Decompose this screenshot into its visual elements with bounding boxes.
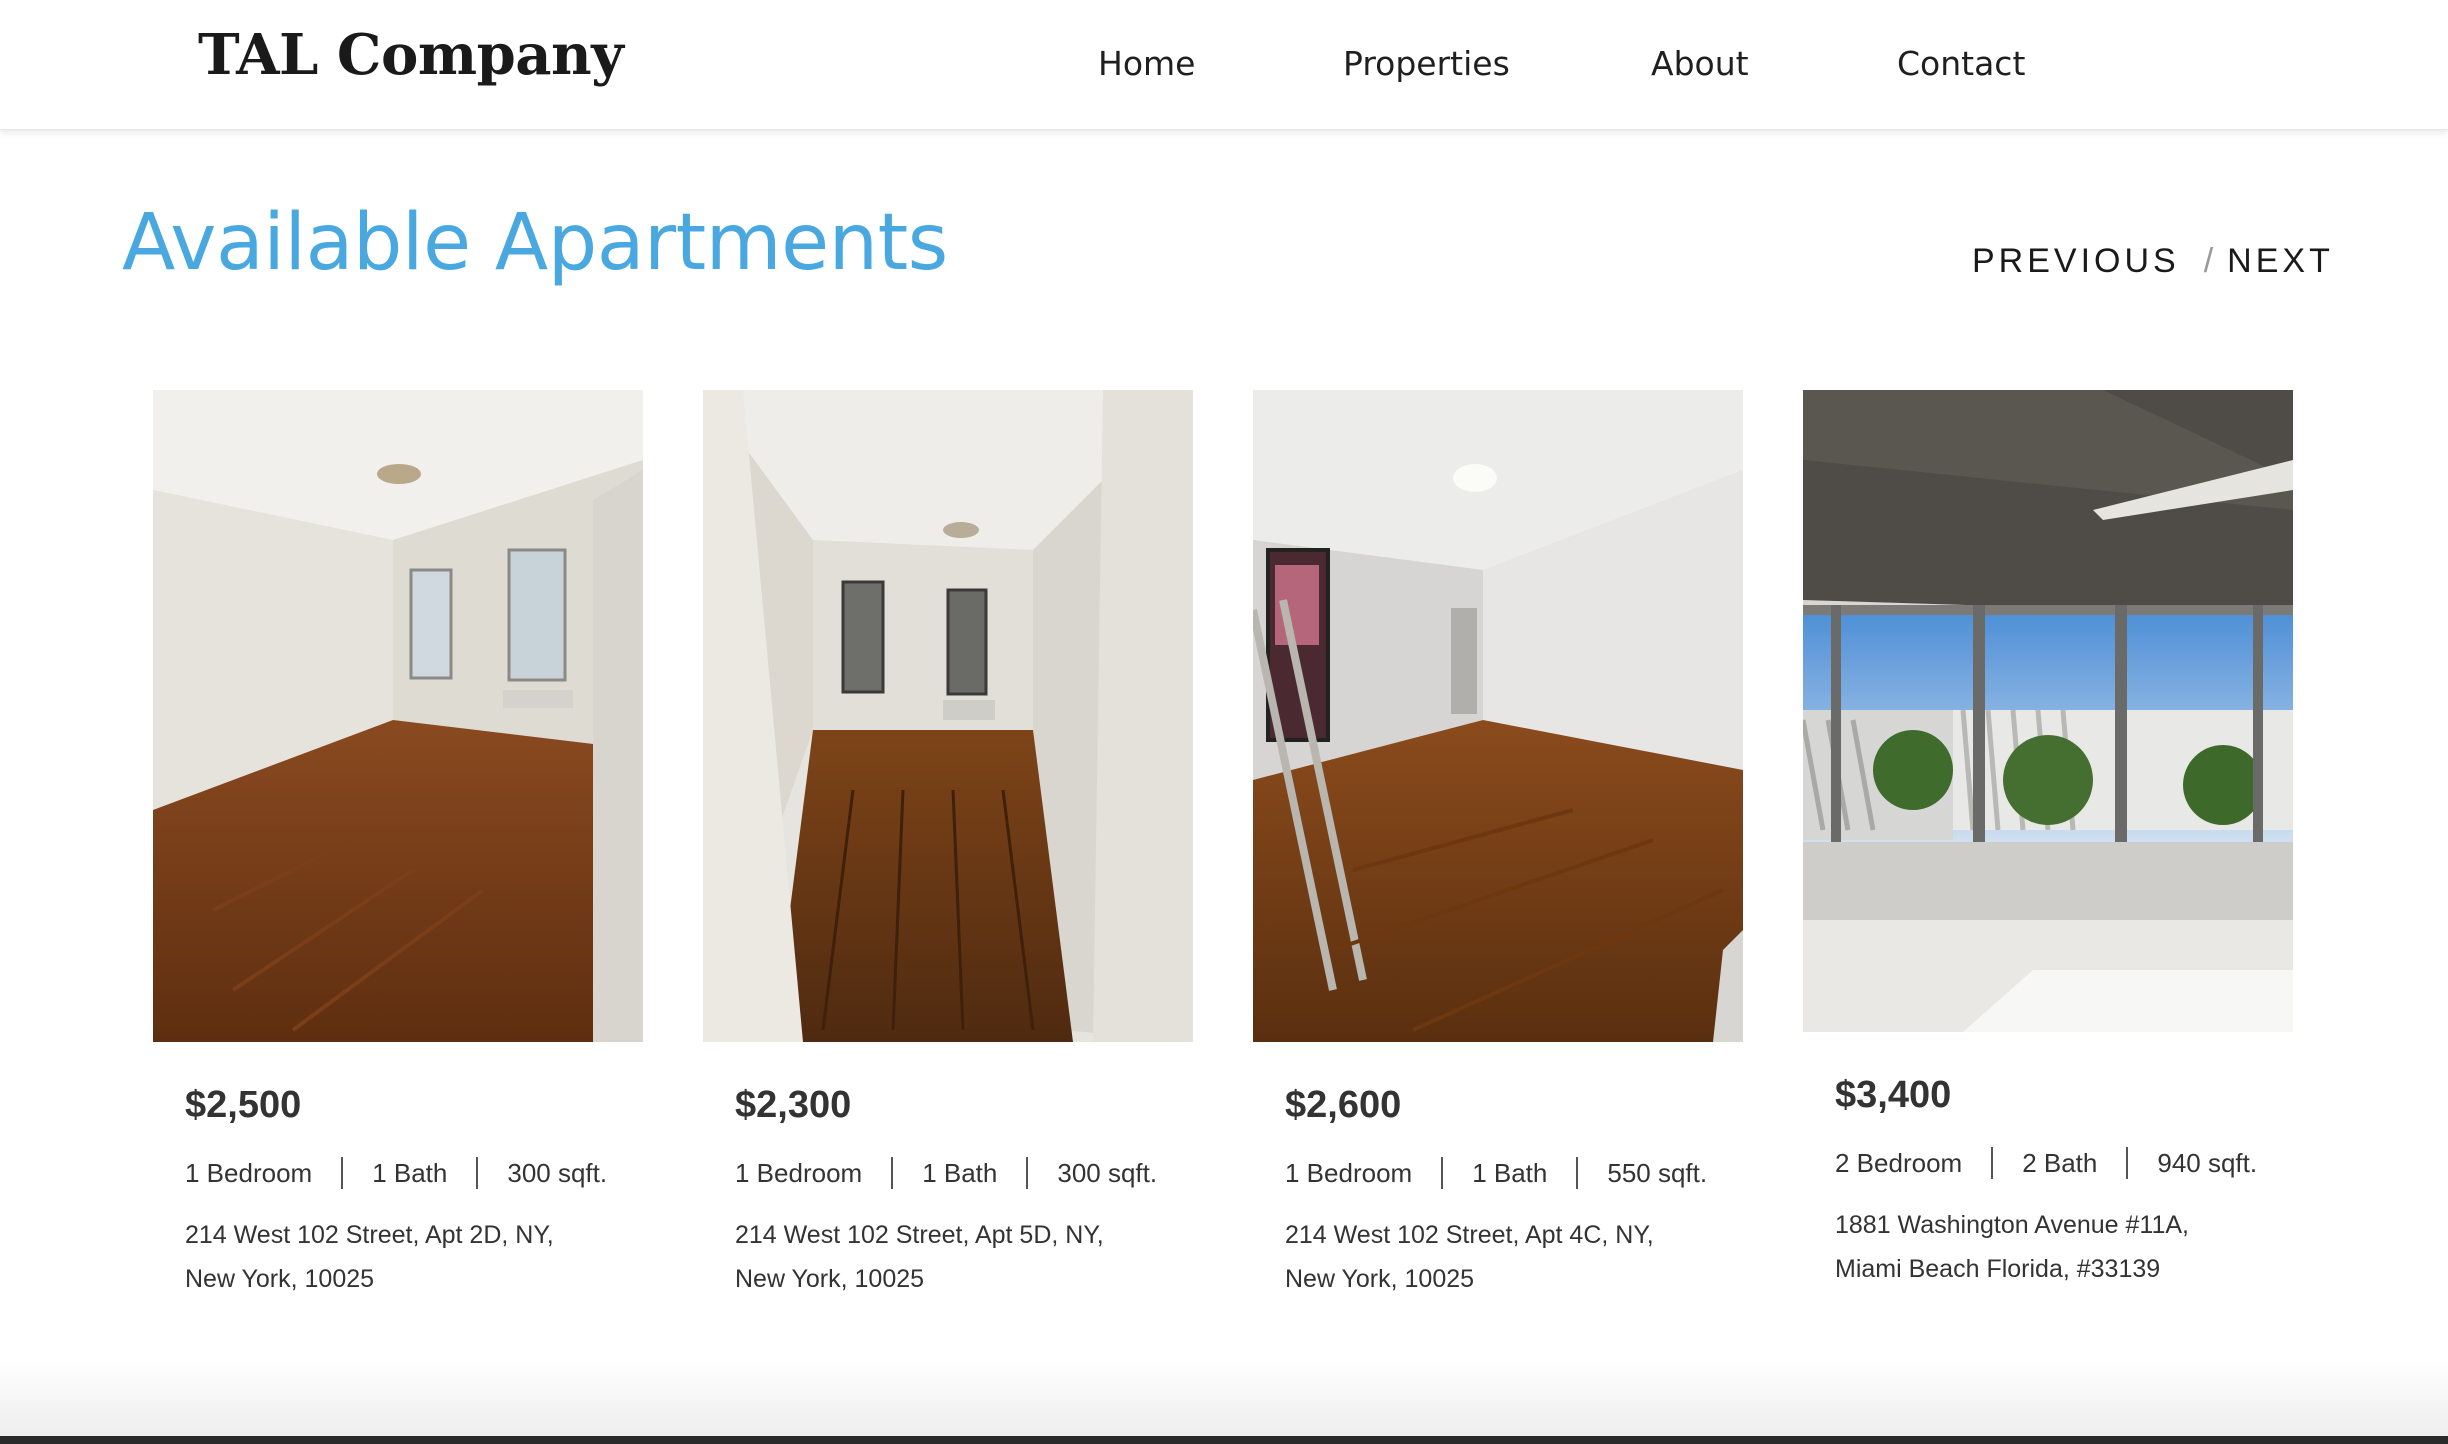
listing-photo[interactable] xyxy=(703,390,1193,1042)
bedrooms-count: 1 Bedroom xyxy=(185,1157,313,1188)
site-header: TAL Company Home Properties About Contac… xyxy=(0,0,2448,130)
address-line-1: 214 West 102 Street, Apt 2D, NY, xyxy=(185,1221,554,1249)
next-button[interactable]: NEXT xyxy=(2227,242,2334,280)
area-size: 300 sqft. xyxy=(507,1157,608,1188)
listing-specs: 2 Bedroom 2 Bath 940 sqft. xyxy=(1835,1147,2293,1179)
apartment-photo-image xyxy=(703,390,1193,1042)
address-line-2: New York, 10025 xyxy=(735,1265,925,1293)
listing-price: $2,300 xyxy=(735,1084,852,1126)
nav-home-link[interactable]: Home xyxy=(1098,44,1195,83)
listing-card[interactable]: $3,400 2 Bedroom 2 Bath 940 sqft. 1881 W… xyxy=(1803,390,2293,1291)
pager-separator: / xyxy=(2203,242,2214,280)
area-size: 300 sqft. xyxy=(1057,1157,1158,1188)
address-line-1: 1881 Washington Avenue #11A, xyxy=(1835,1211,2189,1239)
apartment-photo-image xyxy=(1253,390,1743,1042)
main-nav: Home Properties About Contact xyxy=(0,44,2448,88)
listing-info: $3,400 2 Bedroom 2 Bath 940 sqft. 1881 W… xyxy=(1803,1074,2293,1291)
divider xyxy=(476,1157,479,1189)
divider xyxy=(1441,1157,1444,1189)
listing-photo[interactable] xyxy=(153,390,643,1042)
address-line-1: 214 West 102 Street, Apt 4C, NY, xyxy=(1285,1221,1654,1249)
listing-address: 214 West 102 Street, Apt 4C, NY, New Yor… xyxy=(1285,1213,1743,1301)
nav-contact-link[interactable]: Contact xyxy=(1897,44,2025,83)
apartment-photo-image xyxy=(153,390,643,1042)
bedrooms-count: 1 Bedroom xyxy=(735,1157,863,1188)
pagination: PREVIOUS / NEXT xyxy=(1972,242,2334,282)
divider xyxy=(341,1157,344,1189)
apartment-photo-image xyxy=(1803,390,2293,1032)
listing-specs: 1 Bedroom 1 Bath 300 sqft. xyxy=(735,1157,1193,1189)
bottom-fade xyxy=(0,1360,2448,1444)
divider xyxy=(1991,1147,1994,1179)
listing-photo[interactable] xyxy=(1803,390,2293,1032)
divider xyxy=(2126,1147,2129,1179)
address-line-2: Miami Beach Florida, #33139 xyxy=(1835,1255,2161,1283)
listing-card[interactable]: $2,600 1 Bedroom 1 Bath 550 sqft. 214 We… xyxy=(1253,390,1743,1301)
listing-address: 1881 Washington Avenue #11A, Miami Beach… xyxy=(1835,1203,2293,1291)
address-line-2: New York, 10025 xyxy=(185,1265,375,1293)
listing-photo[interactable] xyxy=(1253,390,1743,1042)
bedrooms-count: 1 Bedroom xyxy=(1285,1157,1413,1188)
area-size: 550 sqft. xyxy=(1607,1157,1708,1188)
address-line-2: New York, 10025 xyxy=(1285,1265,1475,1293)
listing-address: 214 West 102 Street, Apt 5D, NY, New Yor… xyxy=(735,1213,1193,1301)
listing-price: $2,500 xyxy=(185,1084,302,1126)
nav-about-link[interactable]: About xyxy=(1651,44,1749,83)
listing-price: $2,600 xyxy=(1285,1084,1402,1126)
address-line-1: 214 West 102 Street, Apt 5D, NY, xyxy=(735,1221,1104,1249)
divider xyxy=(891,1157,894,1189)
bedrooms-count: 2 Bedroom xyxy=(1835,1147,1963,1178)
baths-count: 1 Bath xyxy=(922,1157,998,1188)
baths-count: 1 Bath xyxy=(1472,1157,1548,1188)
baths-count: 2 Bath xyxy=(2022,1147,2098,1178)
divider xyxy=(1026,1157,1029,1189)
listing-info: $2,300 1 Bedroom 1 Bath 300 sqft. 214 We… xyxy=(703,1084,1193,1301)
page-title: Available Apartments xyxy=(122,198,948,288)
listing-specs: 1 Bedroom 1 Bath 300 sqft. xyxy=(185,1157,643,1189)
area-size: 940 sqft. xyxy=(2157,1147,2258,1178)
listing-info: $2,600 1 Bedroom 1 Bath 550 sqft. 214 We… xyxy=(1253,1084,1743,1301)
baths-count: 1 Bath xyxy=(372,1157,448,1188)
listing-price: $3,400 xyxy=(1835,1074,1952,1116)
divider xyxy=(1576,1157,1579,1189)
nav-properties-link[interactable]: Properties xyxy=(1343,44,1510,83)
window-bottom-edge xyxy=(0,1436,2448,1444)
previous-button[interactable]: PREVIOUS xyxy=(1972,242,2180,280)
listing-address: 214 West 102 Street, Apt 2D, NY, New Yor… xyxy=(185,1213,643,1301)
listing-specs: 1 Bedroom 1 Bath 550 sqft. xyxy=(1285,1157,1743,1189)
listing-info: $2,500 1 Bedroom 1 Bath 300 sqft. 214 We… xyxy=(153,1084,643,1301)
listing-card[interactable]: $2,300 1 Bedroom 1 Bath 300 sqft. 214 We… xyxy=(703,390,1193,1301)
listing-card[interactable]: $2,500 1 Bedroom 1 Bath 300 sqft. 214 We… xyxy=(153,390,643,1301)
